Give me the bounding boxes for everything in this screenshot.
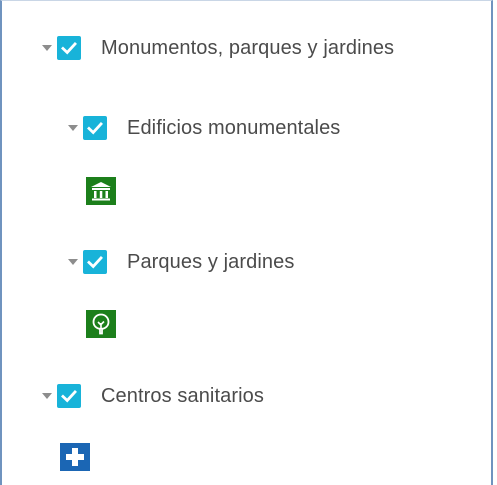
caret-down-icon[interactable] (42, 45, 52, 51)
caret-down-icon[interactable] (68, 125, 78, 131)
layer-checkbox-centros[interactable] (57, 384, 81, 408)
caret-down-icon[interactable] (42, 393, 52, 399)
checkmark-icon (87, 122, 103, 135)
layer-row-parques[interactable]: Parques y jardines (68, 247, 294, 277)
tree-icon (92, 313, 110, 335)
monument-building-icon (91, 182, 111, 201)
layer-label: Monumentos, parques y jardines (101, 36, 395, 59)
checkmark-icon (61, 390, 77, 403)
layer-list-panel: Monumentos, parques y jardines Edificios… (0, 0, 493, 485)
medical-cross-icon (66, 448, 84, 466)
legend-symbol-centros (60, 443, 90, 471)
legend-symbol-parques (86, 310, 116, 338)
layer-row-monumentos[interactable]: Monumentos, parques y jardines (42, 33, 394, 63)
caret-down-icon[interactable] (68, 259, 78, 265)
layer-checkbox-monumentos[interactable] (57, 36, 81, 60)
layer-label: Parques y jardines (127, 250, 295, 273)
layer-row-edificios[interactable]: Edificios monumentales (68, 113, 340, 143)
layer-row-centros[interactable]: Centros sanitarios (42, 381, 264, 411)
layer-label: Edificios monumentales (127, 116, 341, 139)
checkmark-icon (61, 42, 77, 55)
layer-label: Centros sanitarios (101, 384, 264, 407)
layer-checkbox-edificios[interactable] (83, 116, 107, 140)
legend-symbol-edificios (86, 177, 116, 205)
layer-checkbox-parques[interactable] (83, 250, 107, 274)
checkmark-icon (87, 256, 103, 269)
